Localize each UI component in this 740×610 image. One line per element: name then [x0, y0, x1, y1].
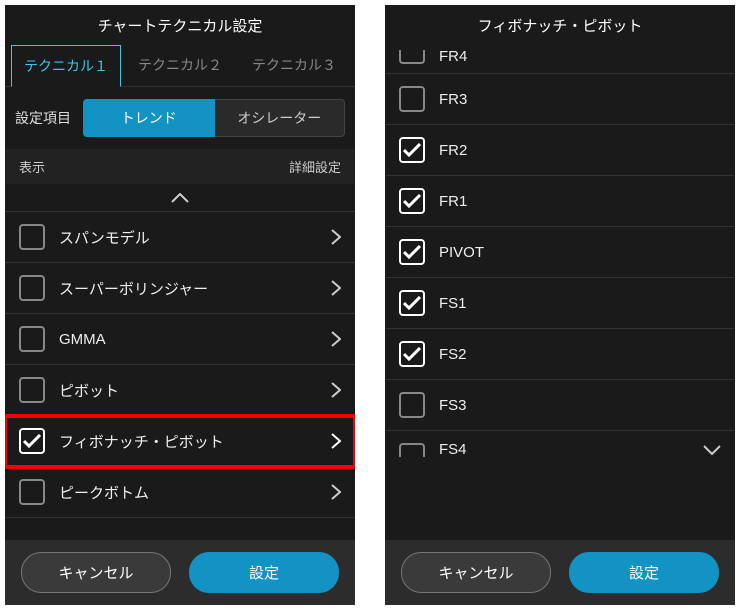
check-icon [403, 347, 421, 361]
chevron-right-icon [331, 280, 341, 296]
item-label: FS3 [439, 397, 721, 414]
chevron-down-icon [703, 445, 721, 455]
checkbox[interactable] [399, 50, 425, 64]
list-item[interactable]: FS2 [385, 329, 735, 380]
cancel-button[interactable]: キャンセル [21, 552, 171, 593]
checkbox[interactable] [399, 137, 425, 163]
item-label: FS4 [439, 441, 689, 458]
checkbox[interactable] [19, 377, 45, 403]
checkbox[interactable] [399, 188, 425, 214]
list-item[interactable]: ピボット [5, 365, 355, 416]
confirm-button[interactable]: 設定 [569, 552, 719, 593]
list-item[interactable]: FR3 [385, 74, 735, 125]
indicator-list[interactable]: スパンモデル スーパーボリンジャー GMMA ピボット フィボナッチ・ピボット [5, 184, 355, 540]
collapse-row[interactable] [5, 184, 355, 212]
page-title: チャートテクニカル設定 [5, 5, 355, 44]
checkbox[interactable] [19, 479, 45, 505]
item-label: スーパーボリンジャー [59, 278, 317, 299]
check-icon [403, 143, 421, 157]
checkbox[interactable] [19, 326, 45, 352]
footer: キャンセル 設定 [5, 540, 355, 605]
list-item[interactable]: FR1 [385, 176, 735, 227]
checkbox[interactable] [399, 443, 425, 457]
checkbox[interactable] [19, 224, 45, 250]
checkbox[interactable] [399, 392, 425, 418]
check-icon [403, 194, 421, 208]
checkbox[interactable] [19, 275, 45, 301]
list-item-fibonacci-pivot[interactable]: フィボナッチ・ピボット [5, 416, 355, 467]
chevron-right-icon [331, 382, 341, 398]
item-label: PIVOT [439, 244, 721, 261]
list-item[interactable]: GMMA [5, 314, 355, 365]
list-item[interactable]: FS3 [385, 380, 735, 431]
checkbox[interactable] [399, 86, 425, 112]
item-label: GMMA [59, 331, 317, 348]
chevron-up-icon [171, 193, 189, 203]
settings-screen-technical: チャートテクニカル設定 テクニカル１ テクニカル２ テクニカル３ 設定項目 トレ… [5, 5, 355, 605]
segment-control: トレンド オシレーター [83, 99, 345, 137]
list-item[interactable]: PIVOT [385, 227, 735, 278]
confirm-button[interactable]: 設定 [189, 552, 339, 593]
header-detail: 詳細設定 [289, 157, 341, 176]
list-item[interactable]: スーパーボリンジャー [5, 263, 355, 314]
technical-tabs: テクニカル１ テクニカル２ テクニカル３ [5, 44, 355, 87]
checkbox[interactable] [19, 428, 45, 454]
segment-oscillator[interactable]: オシレーター [215, 99, 346, 137]
item-label: スパンモデル [59, 227, 317, 248]
item-label: FR3 [439, 91, 721, 108]
checkbox[interactable] [399, 290, 425, 316]
segment-label: 設定項目 [15, 108, 75, 128]
tab-technical-2[interactable]: テクニカル２ [125, 44, 235, 86]
check-icon [403, 296, 421, 310]
header-display: 表示 [19, 157, 45, 176]
list-item[interactable]: FS1 [385, 278, 735, 329]
tab-technical-3[interactable]: テクニカル３ [239, 44, 349, 86]
chevron-right-icon [331, 433, 341, 449]
list-item[interactable]: ピークボトム [5, 467, 355, 518]
checkbox[interactable] [399, 341, 425, 367]
list-item[interactable]: FS4 [385, 431, 735, 458]
item-label: FS1 [439, 295, 721, 312]
chevron-right-icon [331, 229, 341, 245]
list-item[interactable]: FR4 [385, 44, 735, 74]
tab-technical-1[interactable]: テクニカル１ [11, 45, 121, 87]
item-label: FS2 [439, 346, 721, 363]
check-icon [403, 245, 421, 259]
item-label: ピボット [59, 380, 317, 401]
page-title: フィボナッチ・ピボット [385, 5, 735, 44]
item-label: FR2 [439, 142, 721, 159]
footer: キャンセル 設定 [385, 540, 735, 605]
level-list[interactable]: FR4 FR3 FR2 FR1 PIVOT FS1 FS2 FS3 [385, 44, 735, 540]
settings-screen-fibonacci-pivot: フィボナッチ・ピボット FR4 FR3 FR2 FR1 PIVOT FS1 FS [385, 5, 735, 605]
item-label: FR4 [439, 48, 721, 65]
check-icon [23, 434, 41, 448]
cancel-button[interactable]: キャンセル [401, 552, 551, 593]
list-item[interactable]: スパンモデル [5, 212, 355, 263]
list-item[interactable]: FR2 [385, 125, 735, 176]
chevron-right-icon [331, 484, 341, 500]
item-label: ピークボトム [59, 482, 317, 503]
list-header: 表示 詳細設定 [5, 149, 355, 184]
item-label: FR1 [439, 193, 721, 210]
segment-row: 設定項目 トレンド オシレーター [5, 87, 355, 149]
segment-trend[interactable]: トレンド [83, 99, 215, 137]
checkbox[interactable] [399, 239, 425, 265]
item-label: フィボナッチ・ピボット [59, 431, 317, 452]
chevron-right-icon [331, 331, 341, 347]
